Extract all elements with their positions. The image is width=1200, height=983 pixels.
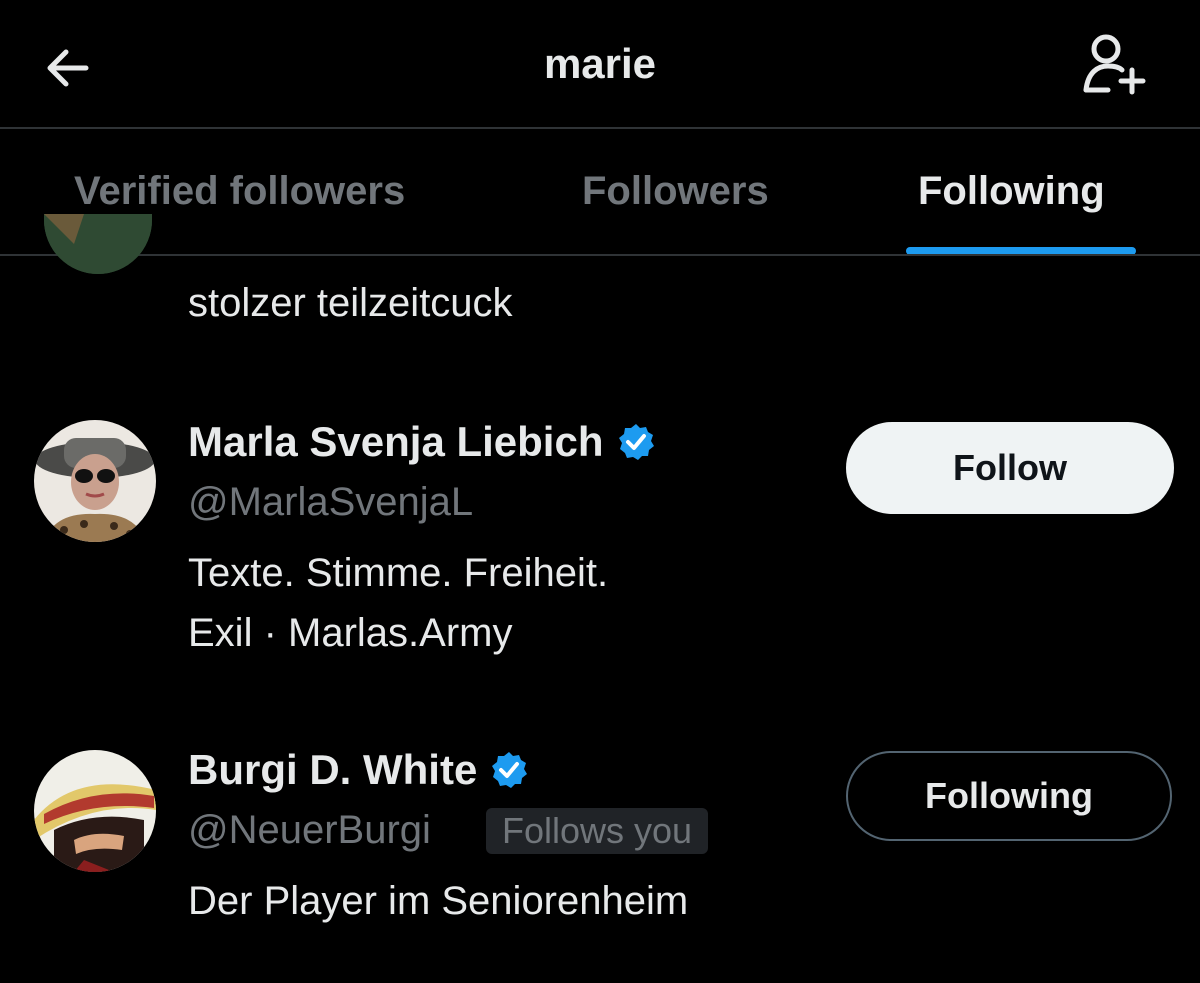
user-bio-line1: Texte. Stimme. Freiheit. [188, 551, 609, 595]
display-name: Marla Svenja Liebich [188, 418, 604, 465]
user-name: Marla Svenja Liebich [188, 418, 656, 466]
avatar[interactable] [34, 750, 156, 872]
avatar[interactable] [34, 420, 156, 542]
user-handle: @NeuerBurgi [188, 808, 431, 852]
tab-following[interactable]: Following [918, 169, 1105, 214]
add-person-button[interactable] [1078, 32, 1148, 98]
following-button[interactable]: Following [846, 751, 1172, 841]
tabs-divider [0, 254, 1200, 256]
verified-badge-icon [618, 424, 654, 460]
top-bar: marie [0, 0, 1200, 128]
tab-bar: Verified followers Followers Following [0, 129, 1200, 255]
user-bio: stolzer teilzeitcuck [188, 281, 513, 325]
page-title: marie [543, 40, 657, 87]
user-name: Burgi D. White [188, 746, 529, 794]
follows-you-badge: Follows you [486, 808, 709, 854]
follow-button[interactable]: Follow [846, 422, 1174, 514]
verified-badge-icon [492, 752, 528, 788]
user-bio-line2: Exil · Marlas.Army [188, 611, 513, 655]
user-handle: @MarlaSvenjaL [188, 480, 474, 524]
person-add-icon [1083, 34, 1146, 95]
display-name: Burgi D. White [188, 746, 478, 793]
tab-followers[interactable]: Followers [582, 169, 769, 214]
user-bio: Der Player im Seniorenheim [188, 879, 689, 923]
avatar[interactable] [44, 214, 152, 274]
tab-verified-followers[interactable]: Verified followers [74, 169, 405, 214]
